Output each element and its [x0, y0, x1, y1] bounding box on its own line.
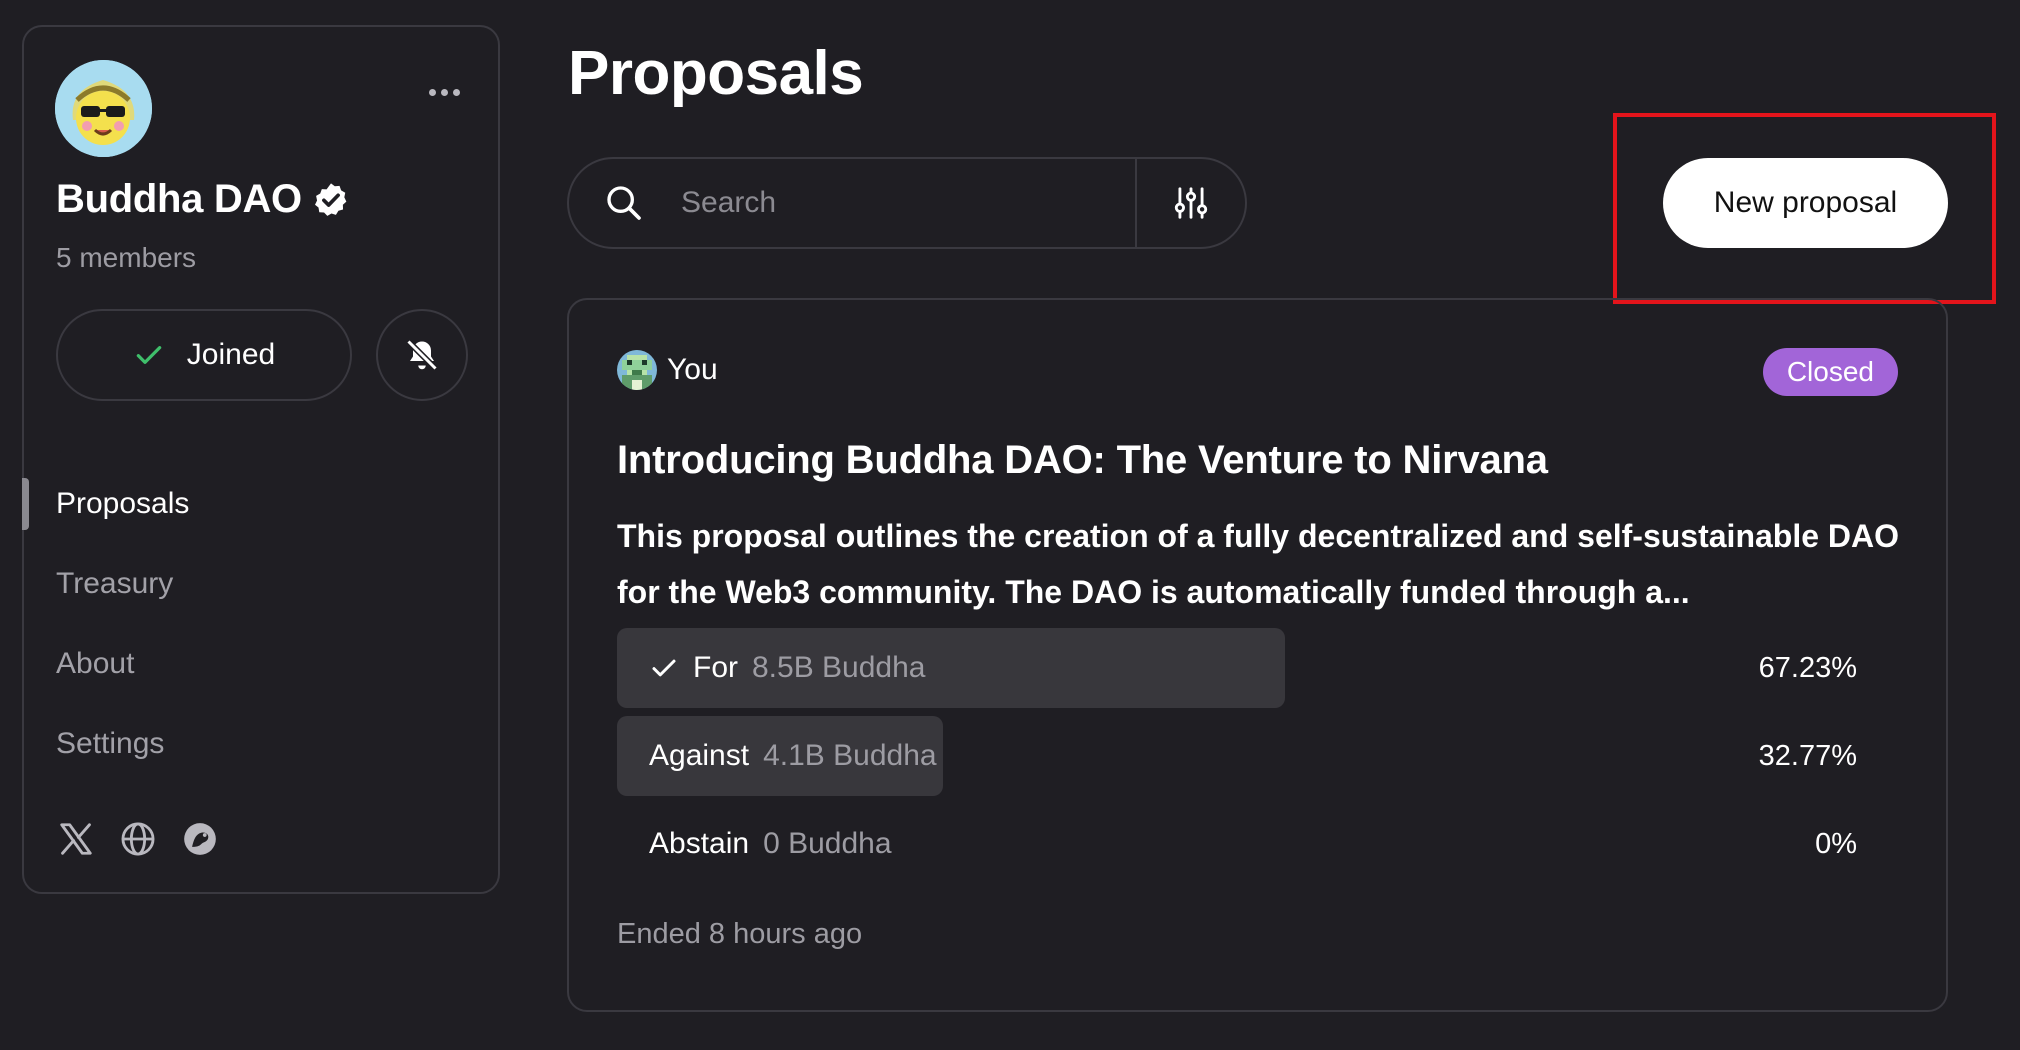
vote-amount: 0 Buddha [763, 827, 892, 860]
globe-icon[interactable] [118, 819, 158, 859]
bell-off-icon [406, 339, 438, 371]
author-avatar [617, 350, 657, 390]
vote-label-for: For 8.5B Buddha [649, 628, 925, 708]
joined-button[interactable]: Joined [56, 309, 352, 401]
sidebar-item-treasury[interactable]: Treasury [24, 544, 498, 624]
sidebar-nav: Proposals Treasury About Settings [22, 464, 498, 784]
check-icon [652, 659, 676, 677]
vote-amount: 4.1B Buddha [763, 739, 937, 772]
dao-name-row: Buddha DAO [56, 177, 350, 222]
vote-option-name: Abstain [649, 827, 750, 860]
social-links [56, 819, 220, 859]
page-title: Proposals [568, 39, 864, 108]
sliders-icon [1174, 187, 1208, 219]
proposal-ended-time: Ended 8 hours ago [617, 918, 863, 950]
sidebar-item-about[interactable]: About [24, 624, 498, 704]
member-count: 5 members [56, 242, 197, 273]
sidebar-item-settings[interactable]: Settings [24, 704, 498, 784]
discord-icon[interactable] [180, 819, 220, 859]
proposal-author: You [617, 350, 718, 390]
filter-button[interactable] [1135, 159, 1245, 247]
sidebar-item-label: Settings [56, 727, 165, 760]
status-badge: Closed [1762, 348, 1898, 396]
dao-name: Buddha DAO [56, 177, 302, 221]
proposal-description: This proposal outlines the creation of a… [617, 518, 1900, 610]
verified-badge-icon [314, 182, 347, 216]
x-icon[interactable] [56, 819, 96, 859]
search-icon [569, 159, 679, 247]
vote-percent: 67.23% [1758, 651, 1857, 684]
dao-sidebar: Buddha DAO 5 members Joined Proposals Tr… [22, 25, 500, 894]
notifications-toggle[interactable] [376, 309, 468, 401]
sidebar-item-label: Treasury [56, 567, 174, 600]
proposal-title[interactable]: Introducing Buddha DAO: The Venture to N… [617, 438, 1548, 483]
sidebar-item-label: About [56, 647, 135, 680]
sidebar-item-proposals[interactable]: Proposals [22, 464, 498, 544]
vote-percent: 32.77% [1758, 739, 1857, 772]
search-input[interactable] [679, 159, 1119, 247]
vote-option-name: For [693, 651, 738, 684]
search-bar [567, 157, 1247, 249]
dao-avatar[interactable] [55, 60, 152, 157]
vote-label-against: Against 4.1B Buddha [649, 716, 937, 796]
buddha-avatar-icon [55, 60, 152, 157]
joined-label: Joined [186, 338, 276, 371]
proposal-card[interactable]: You Closed Introducing Buddha DAO: The V… [567, 298, 1948, 1012]
new-proposal-button[interactable]: New proposal [1663, 158, 1948, 248]
vote-amount: 8.5B Buddha [752, 651, 926, 684]
vote-row-abstain: Abstain 0 Buddha 0% [617, 804, 1857, 884]
vote-option-name: Against [649, 739, 750, 772]
vote-row-against: Against 4.1B Buddha 32.77% [617, 716, 1857, 796]
vote-percent: 0% [1815, 827, 1857, 860]
check-icon [136, 346, 162, 364]
author-name: You [667, 353, 718, 386]
sidebar-item-label: Proposals [56, 487, 190, 520]
vote-row-for: For 8.5B Buddha 67.23% [617, 628, 1857, 708]
more-options-icon[interactable] [424, 77, 464, 107]
vote-label-abstain: Abstain 0 Buddha [649, 804, 892, 884]
